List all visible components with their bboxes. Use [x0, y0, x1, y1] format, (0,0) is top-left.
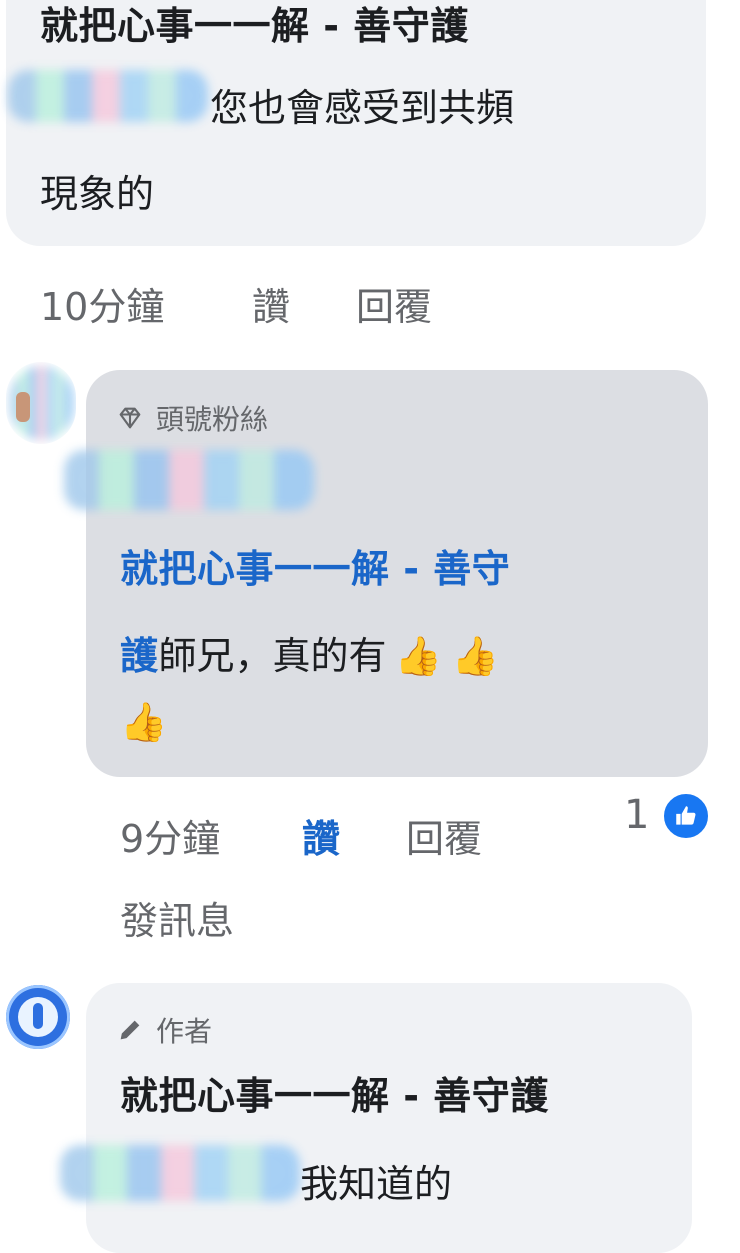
reaction-count[interactable]: 1: [624, 792, 649, 838]
comment-author-name[interactable]: 就把心事一一解 - 善守護: [40, 2, 469, 50]
thumbs-up-emoji: 👍: [120, 700, 168, 744]
thumbs-up-emoji: 👍: [451, 634, 500, 678]
comment-author-name[interactable]: 就把心事一一解 - 善守護: [120, 1072, 549, 1120]
redacted-author-name: [64, 450, 314, 510]
top-fan-badge: 頭號粉絲: [116, 398, 268, 438]
comment-text: 師兄，真的有: [158, 634, 387, 678]
comment-text: 現象的: [40, 172, 155, 216]
comment-text-line: 護師兄，真的有 👍 👍: [120, 630, 499, 682]
author-badge: 作者: [116, 1010, 212, 1050]
timestamp: 9分鐘: [120, 817, 221, 861]
redacted-mention: [60, 1145, 300, 1201]
comment-text: 我知道的: [300, 1162, 453, 1206]
comment-text: 您也會感受到共頻: [210, 86, 515, 130]
badge-label: 作者: [156, 1015, 213, 1048]
avatar-figure: [16, 392, 30, 422]
mention-link[interactable]: 護: [120, 634, 159, 678]
diamond-icon: [116, 404, 144, 432]
redacted-mention: [8, 70, 208, 122]
comment-actions: 10分鐘 讚 回覆: [40, 276, 540, 332]
pencil-icon: [116, 1016, 144, 1044]
like-icon[interactable]: [662, 792, 710, 840]
author-avatar[interactable]: [6, 985, 70, 1049]
comment-actions: 9分鐘 讚 回覆: [120, 808, 680, 864]
like-button[interactable]: 讚: [302, 808, 340, 863]
timestamp: 10分鐘: [40, 285, 165, 329]
thumbs-up-emoji: 👍: [394, 634, 442, 678]
avatar[interactable]: [6, 362, 76, 444]
comment-actions: 發訊息: [120, 890, 420, 946]
reply-button[interactable]: 回覆: [406, 808, 482, 863]
like-button[interactable]: 讚: [252, 276, 290, 331]
mention-link[interactable]: 就把心事一一解 - 善守: [120, 545, 510, 593]
avatar-figure: [33, 1003, 43, 1029]
badge-label: 頭號粉絲: [156, 403, 269, 436]
send-message-button[interactable]: 發訊息: [120, 890, 234, 945]
reply-button[interactable]: 回覆: [356, 276, 432, 331]
